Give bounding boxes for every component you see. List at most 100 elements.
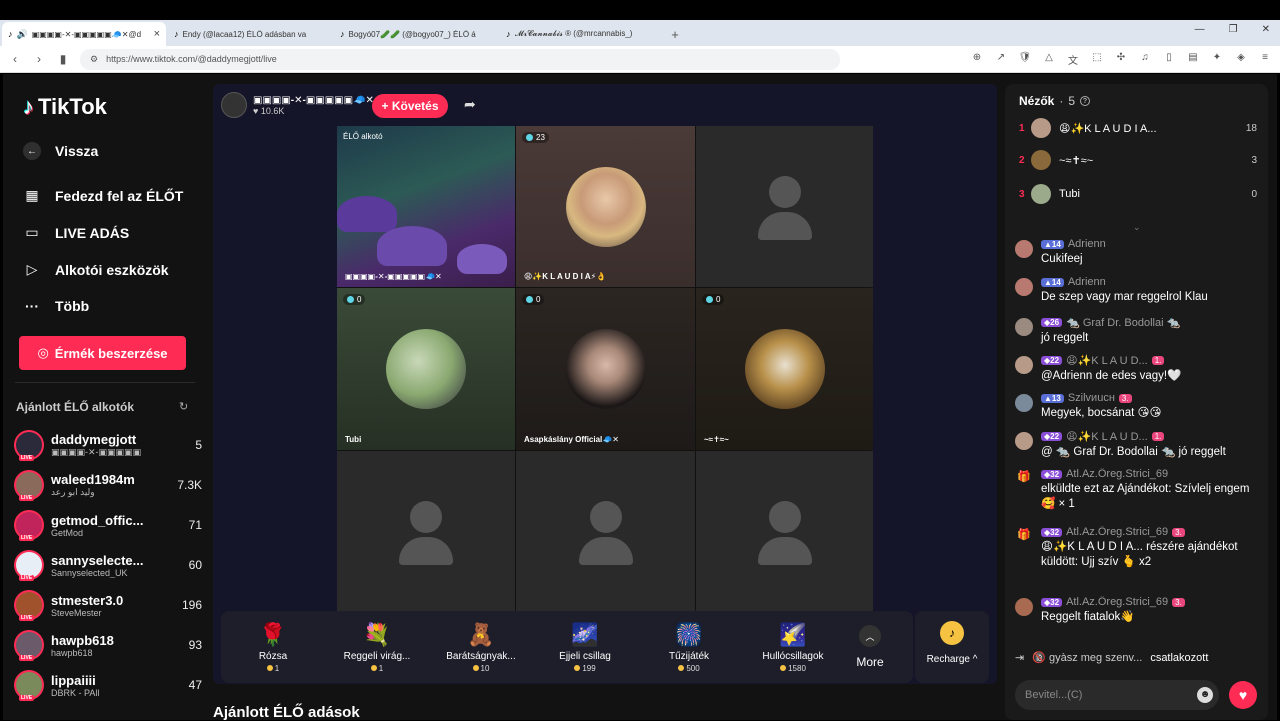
recharge-label: Recharge ^	[926, 654, 978, 665]
chat-input[interactable]	[1015, 680, 1219, 710]
avatar[interactable]	[1015, 240, 1033, 258]
get-coins-button[interactable]: ◎ Érmék beszerzése	[19, 336, 186, 370]
browser-tab[interactable]: ♪ Bogyó07🥒🥒 (@bogyo07_) ÉLŐ á	[334, 22, 498, 46]
brave-shield-icon[interactable]: 🛡	[1018, 52, 1032, 67]
joined-user[interactable]: 🔞 gyàsz meg szenv...	[1032, 651, 1142, 664]
guest-cell-empty[interactable]	[337, 451, 515, 612]
refresh-icon[interactable]: ↻	[179, 400, 188, 413]
share-page-icon[interactable]: ↗	[994, 52, 1008, 67]
sidebar-divider	[15, 382, 195, 383]
guest-cell-empty[interactable]	[516, 451, 695, 612]
top-viewer[interactable]: 2 ~≈✝≈~ 3	[1019, 150, 1257, 170]
minimize-icon[interactable]: —	[1195, 24, 1205, 35]
tab-label: 𝓜𝓻𝓒𝓪𝓷𝓷𝓪𝓫𝓲𝓼 ® (@mrcannabis_)	[514, 29, 633, 38]
sender-name[interactable]: Adrienn	[1068, 238, 1106, 250]
join-notice: ⇥ 🔞 gyàsz meg szenv... csatlakozott	[1015, 651, 1261, 665]
extension-icon[interactable]: ⬚	[1090, 52, 1104, 67]
ai-icon[interactable]: ✦	[1210, 52, 1224, 67]
guest-cell[interactable]: 23 😩✨K L A U D I A⚡👌	[516, 126, 695, 287]
mushroom-art	[377, 226, 447, 266]
guest-cell[interactable]: 0 Asapkáslány Official🧢✕	[516, 288, 695, 450]
avatar[interactable]	[1015, 356, 1033, 374]
nav-creator-tools[interactable]: ▷ Alkotói eszközök	[23, 261, 169, 278]
emoji-icon[interactable]: ☻	[1197, 687, 1213, 703]
sender-name[interactable]: 🐀 Graf Dr. Bodollai 🐀	[1066, 316, 1180, 329]
gift-item[interactable]: 🌌 Éjjeli csillag 199	[533, 622, 637, 673]
close-tab-icon[interactable]: ×	[154, 28, 160, 40]
like-button[interactable]: ♥	[1229, 681, 1257, 709]
site-settings-icon[interactable]: ⚙	[90, 54, 98, 65]
expand-icon[interactable]: ⌄	[1133, 222, 1141, 233]
music-icon[interactable]: ♫	[1138, 52, 1152, 67]
sender-name[interactable]: Adrienn	[1068, 276, 1106, 288]
wallet-icon[interactable]: ▤	[1186, 52, 1200, 67]
top-viewer[interactable]: 1 😩✨K L A U D I A... 18	[1019, 118, 1257, 138]
live-badge: LIVE	[19, 615, 35, 621]
bookmark-icon[interactable]: ▮	[56, 52, 70, 66]
gift-item[interactable]: 🎆 Tűzijáték 500	[637, 622, 741, 673]
sender-name[interactable]: Szilvиuсн	[1068, 392, 1115, 404]
gift-item[interactable]: 🌠 Hullócsillagok 1580	[741, 622, 845, 673]
back-icon[interactable]: ‹	[8, 52, 22, 66]
zoom-icon[interactable]: ⊕	[970, 52, 984, 67]
gift-item[interactable]: 💐 Reggeli virág... 1	[325, 622, 429, 673]
top-viewer[interactable]: 3 Tubi 0	[1019, 184, 1257, 204]
sender-name[interactable]: Atl.Az.Öreg.Strici_69	[1066, 526, 1168, 538]
nav-more[interactable]: ··· Több	[23, 298, 89, 314]
recommended-creator[interactable]: LIVE lippaiiii DBRK - PAll 47	[14, 667, 202, 703]
sender-name[interactable]: Atl.Az.Öreg.Strici_69	[1066, 468, 1168, 480]
host-info[interactable]: ▣▣▣▣-✕-▣▣▣▣▣🧢✕ ♥ 10.6K	[221, 92, 374, 118]
avatar[interactable]	[1015, 278, 1033, 296]
sidebar-toggle-icon[interactable]: ▯	[1162, 52, 1176, 67]
recommended-creator[interactable]: LIVE waleed1984m وليد ابو رعد 7.3K	[14, 467, 202, 503]
recharge-button[interactable]: ♪ Recharge ^	[915, 611, 989, 683]
browser-tab-active[interactable]: ♪ 🔊 ▣▣▣▣-✕-▣▣▣▣▣🧢✕@d ×	[2, 22, 166, 46]
translate-icon[interactable]: 文	[1066, 52, 1080, 67]
tiktok-logo[interactable]: ♪ TikTok	[23, 94, 107, 120]
guest-name: Tubi	[345, 435, 362, 444]
coin-icon: ◎	[37, 345, 49, 360]
more-gifts-button[interactable]: ︿ More	[845, 625, 895, 669]
nav-go-live[interactable]: ▭ LIVE ADÁS	[23, 224, 129, 241]
restore-icon[interactable]: ❐	[1229, 24, 1238, 35]
recommended-creator[interactable]: LIVE getmod_offic... GetMod 71	[14, 507, 202, 543]
guest-cell-empty[interactable]	[696, 451, 873, 612]
share-icon[interactable]: ➦	[464, 96, 476, 113]
close-window-icon[interactable]: ✕	[1262, 24, 1270, 35]
nav-explore-live[interactable]: ▦ Fedezd fel az ÉLŐT	[23, 187, 183, 204]
recommended-creator[interactable]: LIVE sannyselecte... Sannyselected_UK 60	[14, 547, 202, 583]
coin-icon	[678, 665, 685, 672]
recommended-creator[interactable]: LIVE stmester3.0 SteveMester 196	[14, 587, 202, 623]
sender-name[interactable]: 😩✨K L A U D...	[1066, 430, 1148, 443]
browser-tab[interactable]: ♪ Endy (@lacaa12) ÉLŐ adásban va	[168, 22, 332, 46]
tab-label: Bogyó07🥒🥒 (@bogyo07_) ÉLŐ á	[348, 29, 476, 39]
rewards-icon[interactable]: △	[1042, 52, 1056, 67]
forward-icon[interactable]: ›	[32, 52, 46, 66]
chat-message: ▲13 Szilvиuсн 3. Megyek, bocsánat 😘😘	[1015, 392, 1261, 421]
puzzle-icon[interactable]: ✣	[1114, 52, 1128, 67]
help-icon[interactable]: ?	[1080, 96, 1091, 106]
gift-item[interactable]: 🌹 Rózsa 1	[221, 622, 325, 673]
recommended-creator[interactable]: LIVE hawpb618 hawpb618 93	[14, 627, 202, 663]
guest-cell[interactable]: 0 Tubi	[337, 288, 515, 450]
sender-name[interactable]: 😩✨K L A U D...	[1066, 354, 1148, 367]
guest-cell-host[interactable]: ÉLŐ alkotó ▣▣▣▣-✕-▣▣▣▣▣🧢✕	[337, 126, 515, 287]
browser-tab[interactable]: ♪ 𝓜𝓻𝓒𝓪𝓷𝓷𝓪𝓫𝓲𝓼 ® (@mrcannabis_)	[500, 22, 664, 46]
avatar[interactable]	[1015, 598, 1033, 616]
avatar[interactable]	[1015, 432, 1033, 450]
gift-item[interactable]: 🧸 Barátságnyak... 10	[429, 622, 533, 673]
avatar[interactable]	[1015, 394, 1033, 412]
sender-name[interactable]: Atl.Az.Öreg.Strici_69	[1066, 596, 1168, 608]
menu-icon[interactable]: ≡	[1258, 52, 1272, 67]
guest-avatar	[744, 329, 825, 409]
back-button[interactable]: ← Vissza	[23, 142, 98, 160]
vpn-icon[interactable]: ◈	[1234, 52, 1248, 67]
chevron-up-icon: ^	[972, 654, 978, 665]
recommended-creator[interactable]: LIVE daddymegjott ▣▣▣▣-✕-▣▣▣▣▣ 5	[14, 427, 202, 463]
follow-button[interactable]: + Követés	[372, 94, 448, 118]
new-tab-button[interactable]: +	[664, 22, 686, 46]
url-field[interactable]: ⚙ https://www.tiktok.com/@daddymegjott/l…	[80, 48, 840, 70]
avatar[interactable]	[1015, 318, 1033, 336]
guest-cell[interactable]: 0 ~≈✝≈~	[696, 288, 873, 450]
guest-cell-empty[interactable]	[696, 126, 873, 287]
